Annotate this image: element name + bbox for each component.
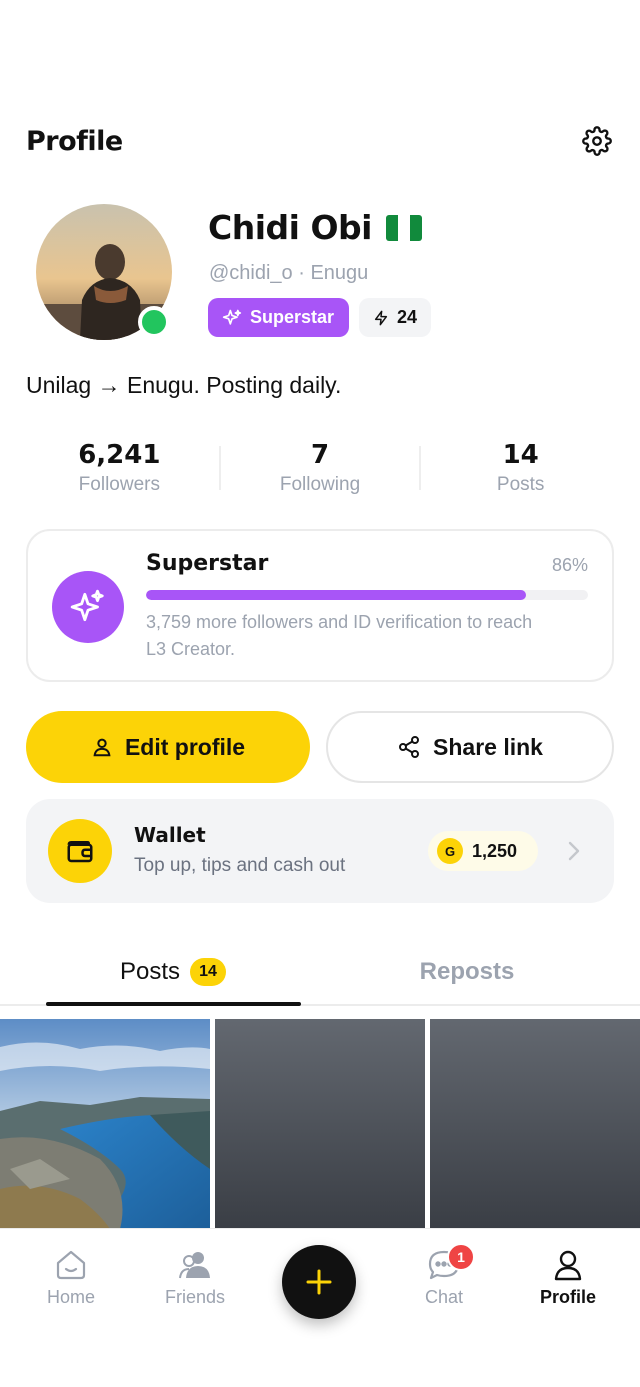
active-tab-indicator <box>46 1002 301 1006</box>
badge-row: Superstar 24 <box>208 298 432 337</box>
superstar-badge[interactable]: Superstar <box>208 298 350 337</box>
profile-screen: Profile Chidi Obi @chidi_o · Enugu Super… <box>0 0 640 1387</box>
nav-friends-label: Friends <box>164 1287 226 1307</box>
share-icon <box>399 736 420 758</box>
home-icon <box>56 1250 86 1280</box>
creator-level-card[interactable]: Superstar 86% 3,759 more followers and I… <box>26 529 614 682</box>
chevron-right-icon <box>568 841 580 861</box>
posts-grid <box>0 1019 640 1229</box>
nav-profile[interactable]: Profile <box>513 1249 623 1308</box>
posts-count-badge: 14 <box>190 958 227 986</box>
fjord-photo <box>0 1019 210 1229</box>
gear-icon <box>582 126 612 156</box>
friends-icon <box>179 1252 210 1279</box>
streak-count: 24 <box>397 307 418 327</box>
posts-count: 14 <box>502 440 539 470</box>
settings-button[interactable] <box>580 124 614 158</box>
posts-stat[interactable]: 14 Posts <box>421 440 620 496</box>
posts-label: Posts <box>496 474 545 495</box>
plus-icon <box>306 1269 332 1295</box>
chat-icon-wrap: 1 <box>427 1243 475 1281</box>
sparkle-icon <box>70 589 104 622</box>
page-title: Profile <box>26 125 123 157</box>
tab-posts[interactable]: Posts 14 <box>46 940 300 1004</box>
nav-chat-label: Chat <box>424 1287 464 1307</box>
level-title: Superstar <box>146 551 269 576</box>
chat-unread-badge: 1 <box>447 1243 475 1271</box>
following-label: Following <box>279 474 361 495</box>
user-icon <box>93 738 111 757</box>
online-status-indicator <box>138 306 170 338</box>
edit-profile-label: Edit profile <box>124 733 246 760</box>
tab-posts-label: Posts <box>119 958 181 985</box>
streak-badge[interactable]: 24 <box>359 298 432 337</box>
following-stat[interactable]: 7 Following <box>221 440 420 496</box>
level-percent: 86% <box>551 555 588 575</box>
wallet-icon <box>67 841 93 863</box>
nav-chat[interactable]: 1 Chat <box>389 1243 499 1308</box>
nav-home-label: Home <box>46 1287 95 1307</box>
sparkle-icon <box>222 309 242 325</box>
action-buttons: Edit profile Share link <box>26 711 614 783</box>
nigeria-flag-icon <box>385 214 422 241</box>
post-thumbnail[interactable] <box>215 1019 425 1229</box>
wallet-subtitle: Top up, tips and cash out <box>134 855 346 876</box>
nav-home[interactable]: Home <box>16 1249 126 1308</box>
coin-balance: G 1,250 <box>428 831 538 871</box>
header: Profile <box>26 118 614 164</box>
following-count: 7 <box>310 440 330 470</box>
wallet-card[interactable]: Wallet Top up, tips and cash out G 1,250 <box>26 799 614 903</box>
superstar-badge-label: Superstar <box>250 307 335 327</box>
bottom-navigation: Home Friends 1 Chat Profile <box>0 1228 640 1387</box>
tab-reposts[interactable]: Reposts <box>340 940 594 1004</box>
profile-name: Chidi Obi <box>208 208 372 247</box>
coin-icon: G <box>437 838 463 864</box>
share-link-button[interactable]: Share link <box>326 711 614 783</box>
level-description: 3,759 more followers and ID verification… <box>146 612 533 659</box>
create-post-button[interactable] <box>282 1245 356 1319</box>
profile-bio: Unilag → Enugu. Posting daily. <box>26 372 342 398</box>
post-thumbnail[interactable] <box>430 1019 640 1229</box>
nav-friends[interactable]: Friends <box>140 1249 250 1308</box>
level-progress-bar <box>146 590 588 600</box>
profile-icon <box>554 1250 582 1281</box>
followers-count: 6,241 <box>78 440 161 470</box>
level-icon-circle <box>52 571 124 643</box>
wallet-icon-circle <box>48 819 112 883</box>
wallet-title: Wallet <box>134 823 206 847</box>
bolt-icon <box>374 310 388 325</box>
followers-stat[interactable]: 6,241 Followers <box>20 440 219 496</box>
avatar-container <box>36 204 172 340</box>
level-progress-fill <box>146 590 527 600</box>
share-link-label: Share link <box>433 733 543 760</box>
name-row: Chidi Obi <box>208 208 422 247</box>
followers-label: Followers <box>78 474 160 495</box>
stats-row: 6,241 Followers 7 Following 14 Posts <box>20 440 620 500</box>
profile-handle: @chidi_o · Enugu <box>209 262 369 284</box>
content-tabs: Posts 14 Reposts <box>0 940 640 1006</box>
coin-amount: 1,250 <box>472 840 518 861</box>
tab-reposts-label: Reposts <box>419 958 515 985</box>
edit-profile-button[interactable]: Edit profile <box>26 711 310 783</box>
post-thumbnail[interactable] <box>0 1019 210 1229</box>
nav-profile-label: Profile <box>539 1287 596 1307</box>
